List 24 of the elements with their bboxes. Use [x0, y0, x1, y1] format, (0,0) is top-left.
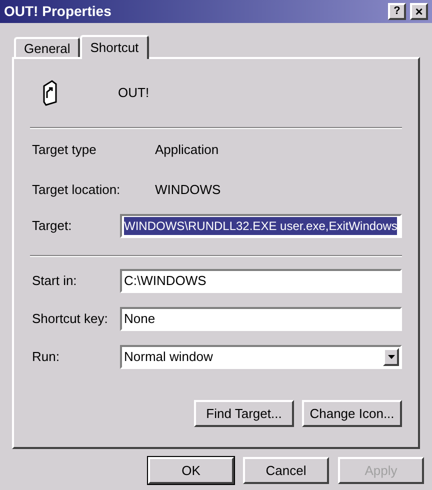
info-value: Application [155, 141, 219, 160]
info-label: Target type [31, 141, 98, 160]
target-field[interactable]: WINDOWS\RUNDLL32.EXE user.exe,ExitWindows [120, 214, 402, 238]
shortcut-file-icon [42, 80, 58, 106]
dialog-button[interactable]: OK [148, 457, 234, 484]
shortcut-name: OUT! [118, 84, 150, 102]
field-label: Target: [31, 217, 73, 236]
help-button[interactable]: ? [388, 3, 406, 20]
text-field[interactable]: None [120, 307, 402, 331]
dialog-button[interactable]: Cancel [243, 457, 329, 484]
field-label: Shortcut key: [31, 310, 109, 328]
close-button[interactable]: × [410, 3, 428, 20]
text-field[interactable]: C:\WINDOWS [120, 269, 402, 293]
target-value: WINDOWS\RUNDLL32.EXE user.exe,ExitWindows [124, 217, 398, 235]
dialog-button[interactable]: Change Icon... [302, 400, 402, 427]
info-value: WINDOWS [155, 181, 221, 200]
dialog-button[interactable]: Find Target... [194, 400, 294, 427]
field-label: Run: [31, 348, 60, 366]
tab[interactable]: Shortcut [80, 35, 149, 59]
run-dropdown[interactable]: Normal window [120, 345, 402, 369]
field-label: Start in: [31, 272, 78, 290]
info-label: Target location: [31, 181, 122, 200]
tab[interactable]: General [14, 37, 80, 57]
window-title: OUT! Properties [4, 2, 112, 21]
